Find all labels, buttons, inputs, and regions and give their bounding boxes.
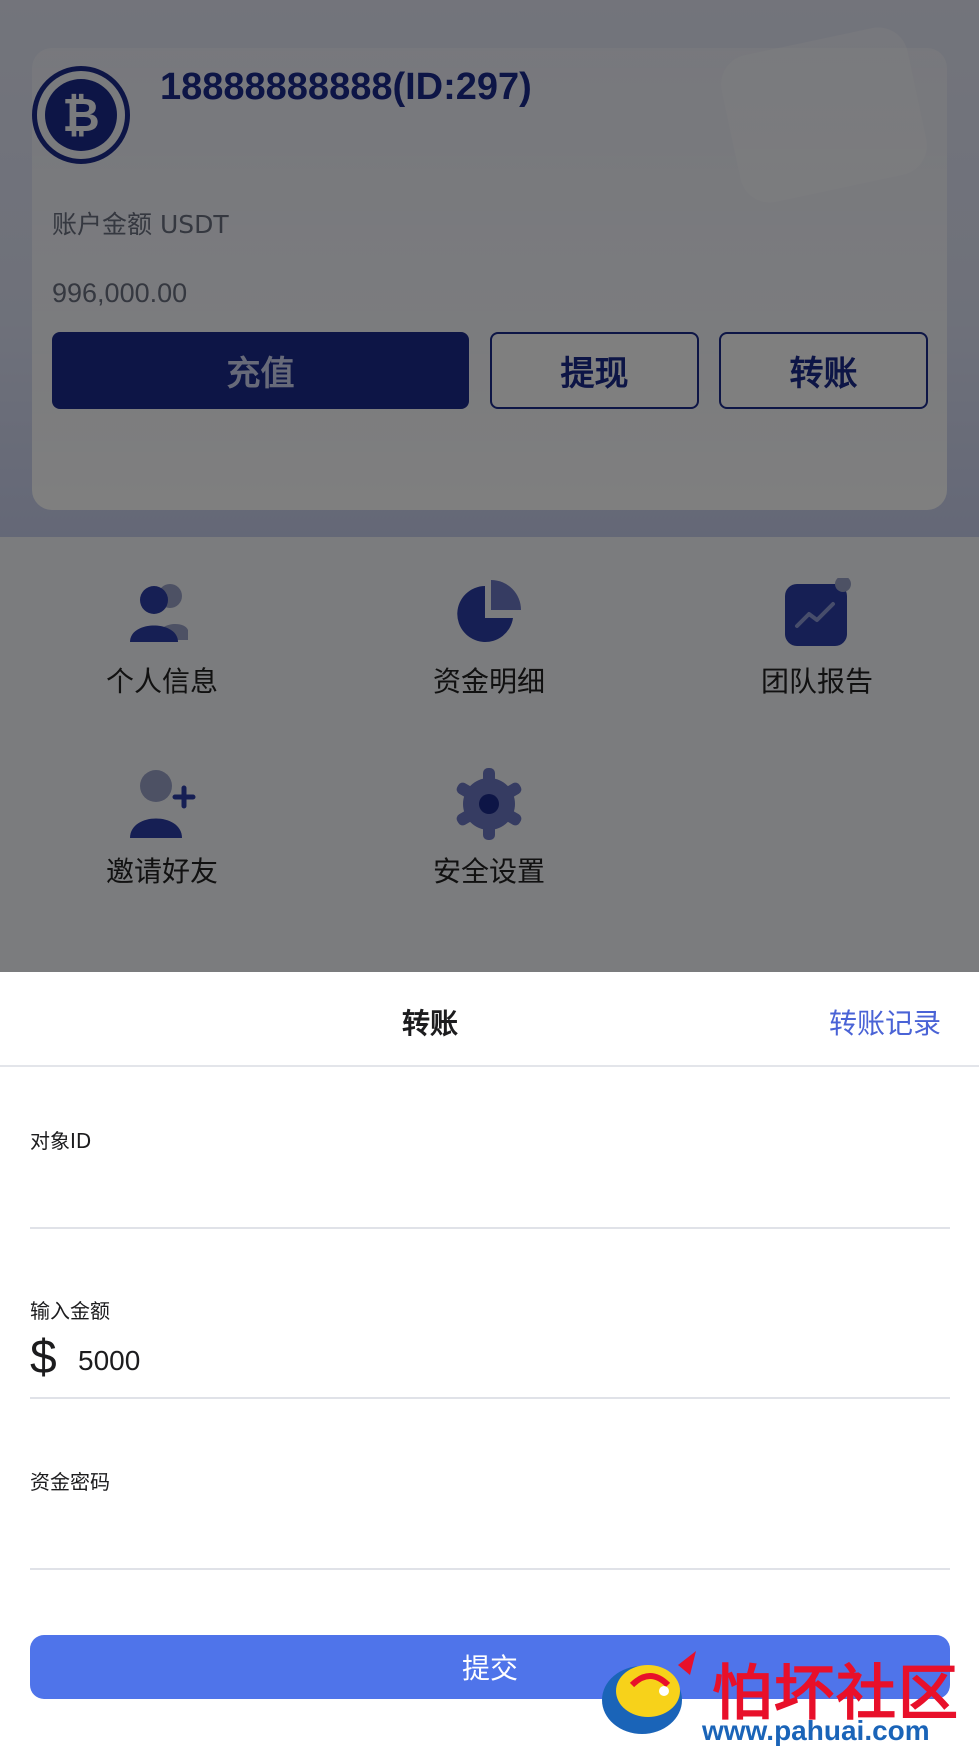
watermark: 怕坏社区 www.pahuai.com — [592, 1645, 979, 1752]
sheet-title: 转账 — [401, 1007, 458, 1040]
amount-label: 输入金额 — [30, 1299, 110, 1323]
fund-password-underline — [30, 1568, 950, 1570]
target-id-label: 对象ID — [30, 1129, 92, 1153]
sheet-header: 转账 转账记录 — [0, 972, 979, 1067]
amount-input[interactable] — [78, 1335, 948, 1387]
fish-logo-icon — [602, 1651, 696, 1734]
target-id-underline — [30, 1227, 950, 1229]
target-id-input[interactable] — [30, 1170, 950, 1222]
transfer-history-link[interactable]: 转账记录 — [829, 1002, 941, 1042]
dollar-icon: $ — [30, 1331, 57, 1384]
fund-password-input[interactable] — [30, 1510, 950, 1562]
fund-password-label: 资金密码 — [30, 1470, 110, 1494]
modal-overlay[interactable] — [0, 0, 979, 975]
amount-underline — [30, 1397, 950, 1399]
watermark-url: www.pahuai.com — [702, 1715, 930, 1746]
